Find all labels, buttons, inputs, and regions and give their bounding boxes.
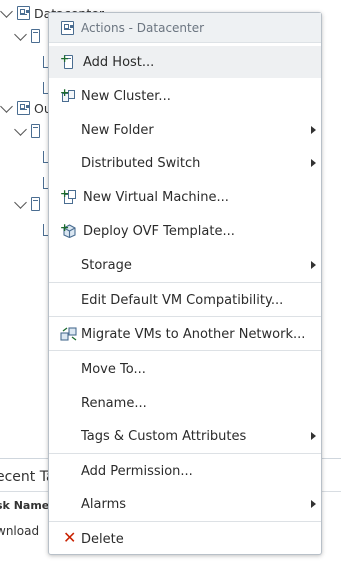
menu-separator [49,350,321,351]
menu-separator [49,521,321,522]
menu-item-add-host[interactable]: + Add Host... [49,46,321,78]
menu-item-label: New Virtual Machine... [83,189,229,205]
menu-item-move-to[interactable]: Move To... [49,353,321,385]
menu-item-rename[interactable]: Rename... [49,387,321,419]
menu-item-label: Move To... [81,361,146,377]
datacenter-icon [61,20,74,35]
tree-node-host[interactable] [14,26,40,46]
datacenter-icon [17,6,30,20]
menu-item-label: Rename... [81,395,147,411]
menu-item-deploy-ovf[interactable]: + Deploy OVF Template... [49,215,321,247]
menu-item-label: Add Host... [83,54,155,70]
menu-item-storage[interactable]: Storage [49,249,321,281]
chevron-down-icon[interactable] [14,195,27,209]
menu-item-label: Add Permission... [81,463,193,479]
chevron-down-icon[interactable] [14,122,27,136]
new-cluster-icon: + [60,87,78,104]
datacenter-icon [17,101,30,115]
menu-item-label: Storage [81,257,132,273]
add-host-icon: + [60,53,78,70]
menu-item-label: Tags & Custom Attributes [81,428,247,444]
submenu-arrow-icon [311,500,316,508]
menu-item-delete[interactable]: ✕ Delete [49,523,321,555]
tree-node-datacenter[interactable]: Ou [0,98,52,118]
delete-icon: ✕ [63,528,77,547]
recent-tasks-title[interactable]: ecent Ta [0,469,55,485]
menu-item-distributed-switch[interactable]: Distributed Switch [49,147,321,179]
menu-item-label: Deploy OVF Template... [83,223,235,239]
menu-separator [49,453,321,454]
tree-node-host[interactable] [14,121,40,141]
submenu-arrow-icon [311,159,316,167]
menu-item-new-vm[interactable]: + New Virtual Machine... [49,181,321,213]
host-icon [31,197,40,211]
task-name-column-header[interactable]: sk Name [0,499,49,512]
chevron-down-icon[interactable] [14,27,27,41]
host-icon [31,29,40,43]
migrate-network-icon [60,326,78,342]
menu-item-label: Migrate VMs to Another Network... [81,326,306,342]
menu-item-tags-custom-attributes[interactable]: Tags & Custom Attributes [49,420,321,452]
host-icon [31,124,40,138]
deploy-ovf-icon: + [60,222,78,239]
menu-header-title: Actions - Datacenter [81,20,205,35]
menu-item-migrate-vms[interactable]: Migrate VMs to Another Network... [49,318,321,350]
menu-item-edit-vm-compatibility[interactable]: Edit Default VM Compatibility... [49,284,321,316]
new-vm-icon: + [60,188,78,205]
menu-item-label: Edit Default VM Compatibility... [81,292,284,308]
menu-item-label: New Cluster... [81,88,171,104]
chevron-down-icon[interactable] [0,99,13,113]
menu-separator [49,316,321,317]
menu-item-add-permission[interactable]: Add Permission... [49,455,321,487]
actions-context-menu: Actions - Datacenter + Add Host... + New… [48,12,322,555]
menu-header: Actions - Datacenter [49,13,321,43]
tree-node-host[interactable] [14,194,40,214]
menu-item-new-folder[interactable]: New Folder [49,114,321,146]
submenu-arrow-icon [311,432,316,440]
submenu-arrow-icon [311,261,316,269]
task-name-cell: wnload [0,524,40,538]
menu-item-label: New Folder [81,122,154,138]
submenu-arrow-icon [311,126,316,134]
menu-separator [49,282,321,283]
menu-item-alarms[interactable]: Alarms [49,488,321,520]
menu-item-new-cluster[interactable]: + New Cluster... [49,80,321,112]
menu-item-label: Distributed Switch [81,155,201,171]
chevron-down-icon[interactable] [0,4,13,18]
menu-item-label: Alarms [81,496,127,512]
menu-item-label: Delete [81,531,124,547]
